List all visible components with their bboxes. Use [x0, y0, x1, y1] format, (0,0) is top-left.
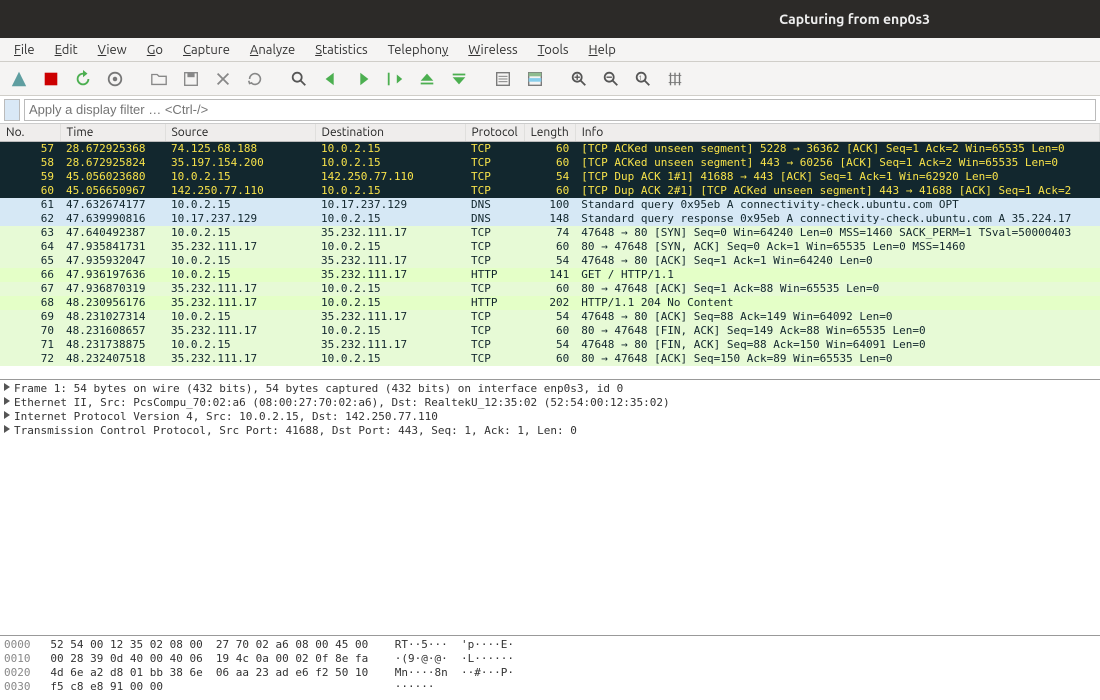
packet-bytes-pane[interactable]: 0000 52 54 00 12 35 02 08 00 27 70 02 a6…	[0, 636, 1100, 700]
expand-caret-icon[interactable]	[4, 383, 10, 391]
menu-tools[interactable]: Tools	[530, 41, 577, 59]
packet-row[interactable]: 6948.23102731410.0.2.1535.232.111.17TCP5…	[0, 310, 1100, 324]
display-filter-bar	[0, 96, 1100, 124]
reload-file-icon[interactable]	[240, 65, 270, 93]
packet-row[interactable]: 6147.63267417710.0.2.1510.17.237.129DNS1…	[0, 198, 1100, 212]
packet-row[interactable]: 5728.67292536874.125.68.18810.0.2.15TCP6…	[0, 142, 1100, 157]
colorize-icon[interactable]	[520, 65, 550, 93]
open-file-icon[interactable]	[144, 65, 174, 93]
expand-caret-icon[interactable]	[4, 397, 10, 405]
close-file-icon[interactable]	[208, 65, 238, 93]
save-file-icon[interactable]	[176, 65, 206, 93]
packet-row[interactable]: 7248.23240751835.232.111.1710.0.2.15TCP6…	[0, 352, 1100, 366]
hex-row[interactable]: 0020 4d 6e a2 d8 01 bb 38 6e 06 aa 23 ad…	[4, 666, 1096, 680]
menu-edit[interactable]: Edit	[47, 41, 86, 59]
packet-row[interactable]: 6647.93619763610.0.2.1535.232.111.17HTTP…	[0, 268, 1100, 282]
col-header-no[interactable]: No.	[0, 124, 60, 142]
packet-list-pane[interactable]: No. Time Source Destination Protocol Len…	[0, 124, 1100, 380]
zoom-in-icon[interactable]	[564, 65, 594, 93]
start-capture-icon[interactable]	[4, 65, 34, 93]
col-header-proto[interactable]: Protocol	[465, 124, 524, 142]
zoom-reset-icon[interactable]: 1	[628, 65, 658, 93]
menu-analyze[interactable]: Analyze	[242, 41, 303, 59]
packet-row[interactable]: 7148.23173887510.0.2.1535.232.111.17TCP5…	[0, 338, 1100, 352]
packet-row[interactable]: 6447.93584173135.232.111.1710.0.2.15TCP6…	[0, 240, 1100, 254]
col-header-len[interactable]: Length	[524, 124, 575, 142]
window-titlebar: Capturing from enp0s3	[0, 0, 1100, 38]
go-last-icon[interactable]	[444, 65, 474, 93]
autoscroll-icon[interactable]	[488, 65, 518, 93]
main-toolbar: 1	[0, 62, 1100, 96]
svg-text:1: 1	[639, 74, 643, 81]
packet-row[interactable]: 6045.056650967142.250.77.11010.0.2.15TCP…	[0, 184, 1100, 198]
hex-row[interactable]: 0010 00 28 39 0d 40 00 40 06 19 4c 0a 00…	[4, 652, 1096, 666]
display-filter-input[interactable]	[24, 99, 1096, 121]
packet-details-pane[interactable]: Frame 1: 54 bytes on wire (432 bits), 54…	[0, 380, 1100, 636]
col-header-src[interactable]: Source	[165, 124, 315, 142]
detail-line[interactable]: Frame 1: 54 bytes on wire (432 bits), 54…	[4, 382, 1096, 396]
stop-capture-icon[interactable]	[36, 65, 66, 93]
detail-line[interactable]: Internet Protocol Version 4, Src: 10.0.2…	[4, 410, 1096, 424]
capture-options-icon[interactable]	[100, 65, 130, 93]
menu-help[interactable]: Help	[581, 41, 624, 59]
menu-capture[interactable]: Capture	[175, 41, 238, 59]
go-back-icon[interactable]	[316, 65, 346, 93]
detail-line[interactable]: Ethernet II, Src: PcsCompu_70:02:a6 (08:…	[4, 396, 1096, 410]
packet-row[interactable]: 6747.93687031935.232.111.1710.0.2.15TCP6…	[0, 282, 1100, 296]
hex-row[interactable]: 0030 f5 c8 e8 91 00 00 ······	[4, 680, 1096, 694]
col-header-info[interactable]: Info	[575, 124, 1099, 142]
col-header-dst[interactable]: Destination	[315, 124, 465, 142]
go-forward-icon[interactable]	[348, 65, 378, 93]
packet-row[interactable]: 6848.23095617635.232.111.1710.0.2.15HTTP…	[0, 296, 1100, 310]
zoom-out-icon[interactable]	[596, 65, 626, 93]
menu-view[interactable]: View	[90, 41, 135, 59]
go-to-packet-icon[interactable]	[380, 65, 410, 93]
menubar: File Edit View Go Capture Analyze Statis…	[0, 38, 1100, 62]
packet-table[interactable]: No. Time Source Destination Protocol Len…	[0, 124, 1100, 366]
go-first-icon[interactable]	[412, 65, 442, 93]
packet-row[interactable]: 6347.64049238710.0.2.1535.232.111.17TCP7…	[0, 226, 1100, 240]
menu-wireless[interactable]: Wireless	[460, 41, 525, 59]
expand-caret-icon[interactable]	[4, 425, 10, 433]
packet-row[interactable]: 5945.05602368010.0.2.15142.250.77.110TCP…	[0, 170, 1100, 184]
packet-row[interactable]: 5828.67292582435.197.154.20010.0.2.15TCP…	[0, 156, 1100, 170]
find-icon[interactable]	[284, 65, 314, 93]
hex-row[interactable]: 0000 52 54 00 12 35 02 08 00 27 70 02 a6…	[4, 638, 1096, 652]
detail-line[interactable]: Transmission Control Protocol, Src Port:…	[4, 424, 1096, 438]
packet-row[interactable]: 6547.93593204710.0.2.1535.232.111.17TCP5…	[0, 254, 1100, 268]
expand-caret-icon[interactable]	[4, 411, 10, 419]
bookmark-icon[interactable]	[4, 99, 20, 121]
menu-statistics[interactable]: Statistics	[307, 41, 375, 59]
packet-row[interactable]: 6247.63999081610.17.237.12910.0.2.15DNS1…	[0, 212, 1100, 226]
restart-capture-icon[interactable]	[68, 65, 98, 93]
menu-telephony[interactable]: Telephony	[380, 41, 457, 59]
menu-file[interactable]: File	[6, 41, 43, 59]
window-title: Capturing from enp0s3	[779, 0, 930, 38]
resize-columns-icon[interactable]	[660, 65, 690, 93]
col-header-time[interactable]: Time	[60, 124, 165, 142]
menu-go[interactable]: Go	[139, 41, 171, 59]
packet-row[interactable]: 7048.23160865735.232.111.1710.0.2.15TCP6…	[0, 324, 1100, 338]
